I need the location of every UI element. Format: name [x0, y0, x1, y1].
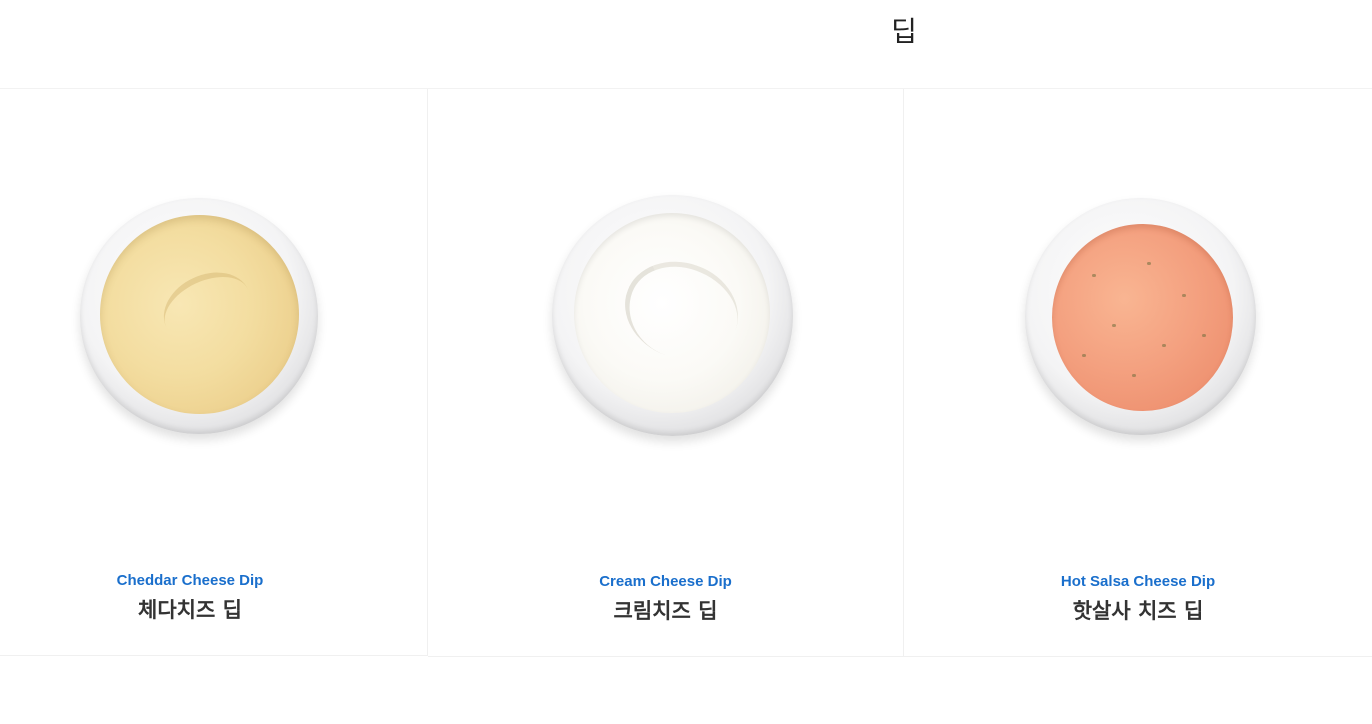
- product-card-hot-salsa-cheese-dip[interactable]: Hot Salsa Cheese Dip 핫살사 치즈 딥: [904, 89, 1372, 657]
- product-name-en[interactable]: Hot Salsa Cheese Dip: [904, 572, 1372, 592]
- dip-menu-page: 딥 Cheddar Cheese Dip 체다치즈 딥 Cream Cheese…: [0, 0, 1372, 724]
- product-name-en[interactable]: Cheddar Cheese Dip: [0, 571, 380, 591]
- salsa-fleck: [1162, 344, 1166, 347]
- product-name-ko[interactable]: 핫살사 치즈 딥: [904, 597, 1372, 625]
- product-name-ko[interactable]: 크림치즈 딥: [428, 597, 903, 625]
- cheddar-dip-image[interactable]: [80, 198, 318, 434]
- hot-salsa-dip-sauce: [1052, 224, 1233, 411]
- section-title: 딥: [891, 15, 917, 48]
- product-grid: Cheddar Cheese Dip 체다치즈 딥 Cream Cheese D…: [0, 89, 1372, 657]
- cream-cheese-dip-sauce: [574, 213, 770, 413]
- product-name-ko[interactable]: 체다치즈 딥: [0, 596, 380, 624]
- salsa-fleck: [1202, 334, 1206, 337]
- hot-salsa-dip-image[interactable]: [1025, 198, 1256, 435]
- dip-swirl: [152, 259, 262, 357]
- salsa-fleck: [1092, 274, 1096, 277]
- salsa-fleck: [1132, 374, 1136, 377]
- salsa-fleck: [1182, 294, 1186, 297]
- product-card-cheddar-cheese-dip[interactable]: Cheddar Cheese Dip 체다치즈 딥: [0, 89, 428, 656]
- product-card-cream-cheese-dip[interactable]: Cream Cheese Dip 크림치즈 딥: [428, 89, 904, 657]
- cream-cheese-dip-image[interactable]: [552, 195, 793, 436]
- dip-swirl: [611, 246, 752, 375]
- product-name-en[interactable]: Cream Cheese Dip: [428, 572, 903, 592]
- salsa-fleck: [1147, 262, 1151, 265]
- salsa-fleck: [1082, 354, 1086, 357]
- salsa-fleck: [1112, 324, 1116, 327]
- cheddar-dip-sauce: [100, 215, 299, 414]
